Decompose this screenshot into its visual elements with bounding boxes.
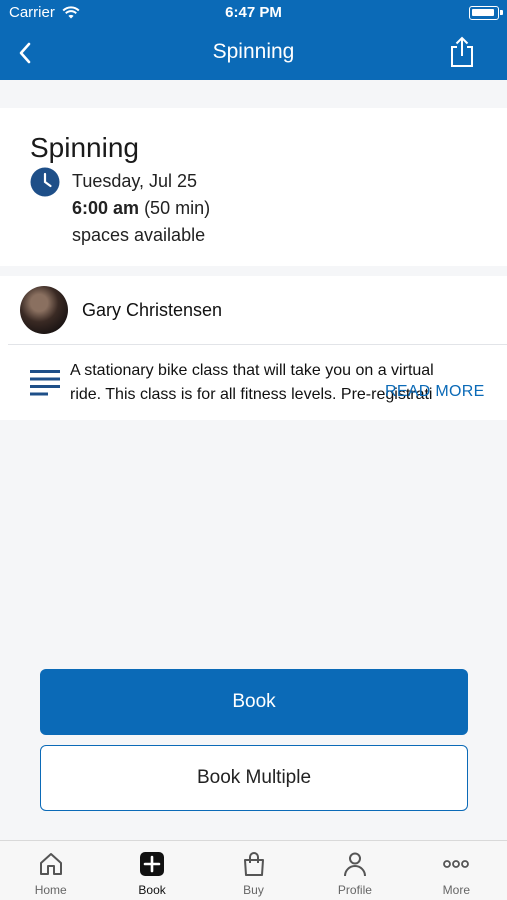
class-name: Spinning [30, 132, 139, 163]
description-line-1: A stationary bike class that will take y… [70, 362, 434, 379]
home-icon [39, 853, 62, 875]
instructor-name[interactable]: Gary Christensen [82, 300, 222, 321]
tab-more-label: More [442, 883, 470, 897]
tab-bar: Home Book Buy Profile More [0, 840, 507, 900]
status-bar: Carrier 6:47 PM [0, 0, 507, 26]
class-time: 6:00 am (50 min) [72, 198, 210, 219]
book-button[interactable]: Book [40, 669, 468, 735]
tab-buy[interactable]: Buy [203, 841, 304, 900]
share-button[interactable] [447, 36, 477, 68]
class-start-time: 6:00 am [72, 198, 140, 218]
tab-home-label: Home [34, 883, 67, 897]
nav-bar: Spinning [0, 26, 507, 80]
tab-more[interactable]: More [406, 841, 507, 900]
instructor-card: Gary Christensen A stationary bike class… [0, 276, 507, 420]
tab-book-label: Book [138, 883, 166, 897]
class-info-card: Spinning Tuesday, Jul 25 6:00 am (50 min… [0, 108, 507, 266]
book-multiple-button[interactable]: Book Multiple [40, 745, 468, 811]
clock-icon [30, 167, 60, 197]
battery-icon [469, 6, 503, 20]
shopping-bag-icon [243, 852, 264, 876]
plus-square-icon [140, 852, 165, 876]
avatar[interactable] [20, 286, 68, 334]
divider [8, 344, 507, 345]
description-icon [30, 370, 60, 396]
class-date: Tuesday, Jul 25 [72, 171, 198, 191]
tab-book[interactable]: Book [101, 841, 202, 900]
class-duration: (50 min) [144, 198, 211, 218]
tab-buy-label: Buy [243, 883, 264, 897]
page-title: Spinning [212, 40, 295, 63]
spaces-available: spaces available [72, 225, 206, 245]
read-more-link[interactable]: READ MORE [385, 383, 485, 401]
person-icon [343, 852, 366, 877]
tab-home[interactable]: Home [0, 841, 101, 900]
more-dots-icon [443, 860, 470, 868]
share-icon [451, 36, 473, 67]
tab-profile-label: Profile [337, 883, 372, 897]
tab-profile[interactable]: Profile [304, 841, 405, 900]
status-time: 6:47 PM [225, 4, 282, 21]
